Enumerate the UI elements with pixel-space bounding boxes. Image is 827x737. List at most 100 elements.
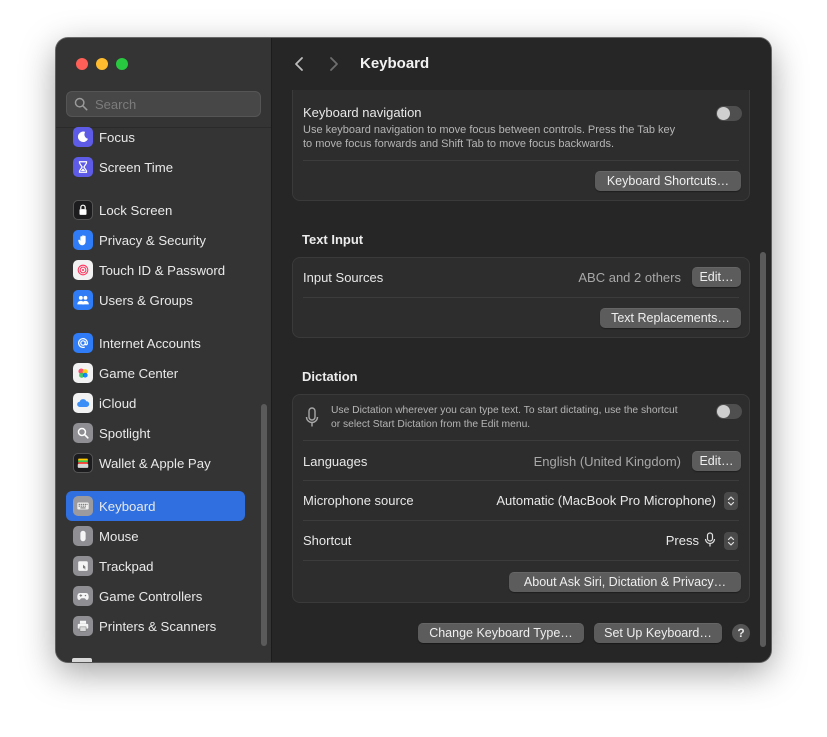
input-sources-value: ABC and 2 others	[578, 270, 681, 285]
sidebar-item-label: Wallet & Apple Pay	[99, 455, 211, 471]
cloud-icon	[73, 393, 93, 413]
forward-button[interactable]	[322, 53, 346, 75]
sidebar-item-lock-screen[interactable]: Lock Screen	[66, 195, 245, 225]
dictation-description-2: or select Start Dictation from the Edit …	[331, 419, 531, 430]
keyboard-navigation-description-1: Use keyboard navigation to move focus be…	[303, 124, 676, 136]
printer-icon	[73, 616, 93, 636]
sidebar-item-printers-scanners[interactable]: Printers & Scanners	[66, 611, 245, 641]
about-dictation-privacy-button[interactable]: About Ask Siri, Dictation & Privacy…	[509, 572, 741, 592]
text-replacements-button[interactable]: Text Replacements…	[600, 308, 741, 328]
sidebar-item-label: iCloud	[99, 395, 137, 411]
sidebar-item-label: Mouse	[99, 528, 139, 544]
mouse-icon	[73, 526, 93, 546]
main-scrollbar[interactable]	[760, 252, 766, 647]
sidebar-item-label: Lock Screen	[99, 202, 173, 218]
keyboard-navigation-card: Keyboard navigation Use keyboard navigat…	[292, 90, 750, 201]
sidebar: Focus Screen Time Lock Screen Privacy & …	[56, 38, 272, 662]
minimize-window-button[interactable]	[96, 58, 108, 70]
trackpad-icon	[73, 556, 93, 576]
search-input[interactable]	[93, 95, 257, 113]
hourglass-icon	[73, 157, 93, 177]
shortcut-label: Shortcut	[303, 533, 352, 548]
shortcut-stepper[interactable]	[724, 532, 738, 550]
sidebar-item-label: Touch ID & Password	[99, 262, 226, 278]
microphone-source-label: Microphone source	[303, 493, 414, 508]
text-input-heading: Text Input	[302, 232, 364, 247]
microphone-icon	[704, 532, 716, 547]
main-content: Keyboard Keyboard navigation Use keyboar…	[272, 38, 771, 662]
sidebar-item-label: Privacy & Security	[99, 232, 206, 248]
search-icon	[74, 97, 88, 111]
gamepad-icon	[73, 586, 93, 606]
divider	[303, 440, 739, 441]
divider	[303, 297, 739, 298]
languages-label: Languages	[303, 454, 368, 469]
sidebar-item-game-controllers[interactable]: Game Controllers	[66, 581, 245, 611]
magnifier-icon	[73, 423, 93, 443]
sidebar-item-label: Users & Groups	[99, 292, 193, 308]
toggle-knob	[717, 405, 730, 418]
users-icon	[73, 290, 93, 310]
sidebar-item-focus[interactable]: Focus	[66, 122, 245, 152]
sidebar-item-screen-time[interactable]: Screen Time	[66, 152, 245, 182]
sidebar-item-partial	[72, 658, 92, 662]
help-button[interactable]: ?	[732, 624, 750, 642]
input-sources-edit-button[interactable]: Edit…	[692, 267, 741, 287]
dictation-toggle[interactable]	[716, 404, 742, 419]
sidebar-item-internet-accounts[interactable]: Internet Accounts	[66, 328, 245, 358]
languages-edit-button[interactable]: Edit…	[692, 451, 741, 471]
sidebar-item-label: Game Center	[99, 365, 179, 381]
sidebar-scrollbar[interactable]	[261, 404, 267, 646]
search-field[interactable]	[66, 91, 261, 117]
microphone-source-stepper[interactable]	[724, 492, 738, 510]
fingerprint-icon	[73, 260, 93, 280]
keyboard-icon	[73, 496, 93, 516]
keyboard-shortcuts-button[interactable]: Keyboard Shortcuts…	[595, 171, 741, 191]
sidebar-item-spotlight[interactable]: Spotlight	[66, 418, 245, 448]
window-controls	[76, 58, 128, 70]
at-icon	[73, 333, 93, 353]
set-up-keyboard-button[interactable]: Set Up Keyboard…	[594, 623, 722, 643]
dictation-description-1: Use Dictation wherever you can type text…	[331, 405, 678, 416]
microphone-source-value[interactable]: Automatic (MacBook Pro Microphone)	[496, 493, 716, 508]
chevron-right-icon	[330, 57, 338, 71]
lock-icon	[73, 200, 93, 220]
dictation-card: Use Dictation wherever you can type text…	[292, 394, 750, 603]
divider	[303, 520, 739, 521]
sidebar-item-icloud[interactable]: iCloud	[66, 388, 245, 418]
sidebar-item-wallet[interactable]: Wallet & Apple Pay	[66, 448, 245, 478]
back-button[interactable]	[287, 53, 311, 75]
wallet-icon	[73, 453, 93, 473]
microphone-icon	[305, 407, 319, 427]
game-center-icon	[73, 363, 93, 383]
keyboard-navigation-label: Keyboard navigation	[303, 105, 422, 120]
dictation-heading: Dictation	[302, 369, 358, 384]
divider	[303, 480, 739, 481]
zoom-window-button[interactable]	[116, 58, 128, 70]
page-title: Keyboard	[360, 55, 430, 72]
sidebar-item-label: Spotlight	[99, 425, 151, 441]
keyboard-navigation-toggle[interactable]	[716, 106, 742, 121]
sidebar-item-label: Internet Accounts	[99, 335, 201, 351]
moon-icon	[73, 127, 93, 147]
close-window-button[interactable]	[76, 58, 88, 70]
shortcut-value[interactable]: Press	[666, 533, 699, 548]
toggle-knob	[717, 107, 730, 120]
hand-icon	[73, 230, 93, 250]
sidebar-item-privacy-security[interactable]: Privacy & Security	[66, 225, 245, 255]
sidebar-item-game-center[interactable]: Game Center	[66, 358, 245, 388]
sidebar-item-trackpad[interactable]: Trackpad	[66, 551, 245, 581]
chevron-up-down-icon	[727, 496, 735, 506]
sidebar-item-label: Trackpad	[99, 558, 154, 574]
sidebar-item-mouse[interactable]: Mouse	[66, 521, 245, 551]
sidebar-item-label: Focus	[99, 129, 135, 145]
input-sources-label: Input Sources	[303, 270, 384, 285]
languages-value: English (United Kingdom)	[533, 454, 681, 469]
sidebar-item-users-groups[interactable]: Users & Groups	[66, 285, 245, 315]
change-keyboard-type-button[interactable]: Change Keyboard Type…	[418, 623, 584, 643]
divider	[303, 560, 739, 561]
chevron-up-down-icon	[727, 536, 735, 546]
sidebar-item-keyboard[interactable]: Keyboard	[66, 491, 245, 521]
sidebar-item-touch-id[interactable]: Touch ID & Password	[66, 255, 245, 285]
settings-window: Focus Screen Time Lock Screen Privacy & …	[56, 38, 771, 662]
